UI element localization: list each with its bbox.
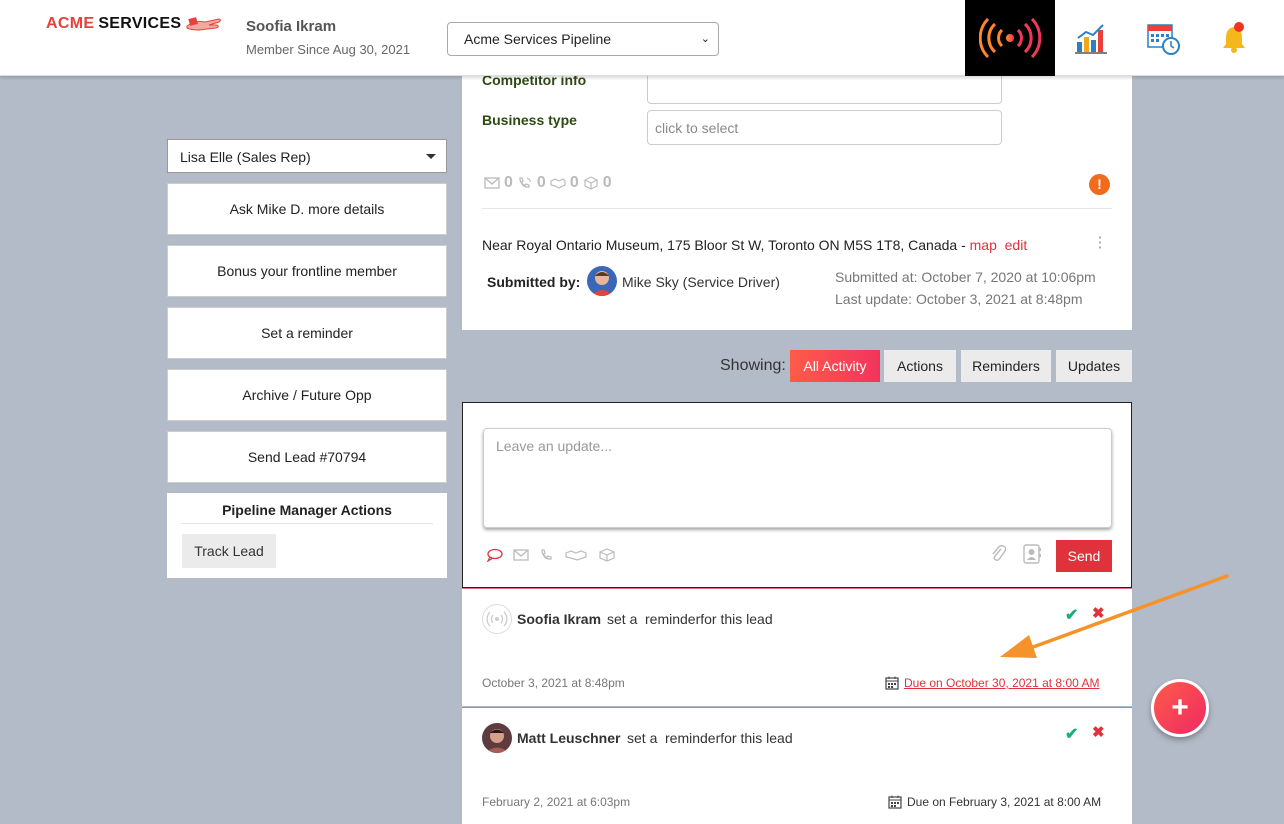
activity-date: February 2, 2021 at 6:03pm xyxy=(482,795,631,809)
more-options-icon[interactable]: · · · xyxy=(1098,230,1103,254)
activity-action: set a xyxy=(607,611,638,627)
calendar-clock-icon[interactable] xyxy=(1145,20,1181,56)
submitted-at: Submitted at: October 7, 2020 at 10:06pm xyxy=(835,269,1096,285)
ask-details-button[interactable]: Ask Mike D. more details xyxy=(167,183,447,235)
avatar xyxy=(482,604,512,634)
top-header: ACME SERVICES Soofia Ikram Member Since … xyxy=(0,0,1284,76)
acme-logo[interactable]: ACME SERVICES xyxy=(46,15,223,33)
submitted-by-label: Submitted by: xyxy=(487,274,581,290)
email-icon[interactable] xyxy=(513,548,529,562)
chart-icon[interactable] xyxy=(1073,20,1109,56)
lead-details-card: Competitor info Business type click to s… xyxy=(462,72,1132,330)
pipeline-select[interactable]: Acme Services Pipeline ⌄ xyxy=(447,22,719,56)
check-icon[interactable]: ✔ xyxy=(1065,724,1078,744)
activity-date: October 3, 2021 at 8:48pm xyxy=(482,676,625,690)
sales-rep-select[interactable]: Lisa Elle (Sales Rep) xyxy=(167,139,447,173)
add-button[interactable]: + xyxy=(1151,679,1209,737)
comment-icon[interactable] xyxy=(487,548,503,562)
plus-icon: + xyxy=(1171,691,1189,724)
business-type-select[interactable]: click to select xyxy=(647,110,1002,145)
archive-button[interactable]: Archive / Future Opp xyxy=(167,369,447,421)
set-reminder-button[interactable]: Set a reminder xyxy=(167,307,447,359)
live-signal-icon xyxy=(979,18,1041,58)
last-update: Last update: October 3, 2021 at 8:48pm xyxy=(835,291,1083,307)
divider xyxy=(482,208,1112,209)
business-type-label: Business type xyxy=(482,112,577,128)
activity-item: Matt Leuschner set a reminderfor this le… xyxy=(462,707,1132,824)
package-icon[interactable] xyxy=(597,548,617,562)
activity-description: reminderfor this lead xyxy=(645,611,773,627)
due-date[interactable]: Due on October 30, 2021 at 8:00 AM xyxy=(885,676,1099,690)
contact-card-icon[interactable] xyxy=(1022,544,1042,564)
handshake-icon xyxy=(550,178,566,189)
user-name: Soofia Ikram xyxy=(246,18,337,35)
handshake-icon[interactable] xyxy=(565,548,587,562)
divider xyxy=(181,523,433,524)
activity-user-name[interactable]: Soofia Ikram xyxy=(517,611,601,627)
calendar-icon xyxy=(888,795,902,809)
activity-counts: 0 0 0 0 xyxy=(484,174,612,192)
tab-updates[interactable]: Updates xyxy=(1056,350,1132,382)
close-icon[interactable]: ✖ xyxy=(1092,723,1105,741)
activity-user-name[interactable]: Matt Leuschner xyxy=(517,730,620,746)
composer-attach-icons xyxy=(990,544,1042,564)
tab-reminders[interactable]: Reminders xyxy=(961,350,1051,382)
send-lead-button[interactable]: Send Lead #70794 xyxy=(167,431,447,483)
activity-description: reminderfor this lead xyxy=(665,730,793,746)
activity-action: set a xyxy=(627,730,658,746)
email-icon xyxy=(484,177,500,189)
chevron-down-icon: ⌄ xyxy=(700,33,710,45)
caret-down-icon xyxy=(426,154,436,159)
track-lead-button[interactable]: Track Lead xyxy=(182,534,276,568)
tab-all-activity[interactable]: All Activity xyxy=(790,350,880,382)
bonus-member-button[interactable]: Bonus your frontline member xyxy=(167,245,447,297)
package-icon xyxy=(584,176,598,190)
avatar xyxy=(482,723,512,753)
submitter-name: Mike Sky (Service Driver) xyxy=(622,274,780,290)
lead-address: Near Royal Ontario Museum, 175 Bloor St … xyxy=(482,237,1028,253)
edit-link[interactable]: edit xyxy=(1005,237,1028,253)
calendar-icon xyxy=(885,676,899,690)
avatar xyxy=(587,266,617,296)
phone-call-icon xyxy=(519,177,531,188)
warning-icon[interactable]: ! xyxy=(1089,174,1110,195)
pipeline-manager-title: Pipeline Manager Actions xyxy=(222,502,392,518)
annotation-arrow-icon xyxy=(1000,574,1229,658)
phone-call-icon[interactable] xyxy=(539,548,555,562)
notification-dot xyxy=(1234,22,1244,32)
composer-type-icons xyxy=(487,548,617,562)
competitor-info-field[interactable] xyxy=(647,76,1002,104)
map-link[interactable]: map xyxy=(970,237,997,253)
update-textarea[interactable]: Leave an update... xyxy=(483,428,1112,528)
send-button[interactable]: Send xyxy=(1056,540,1112,572)
due-date[interactable]: Due on February 3, 2021 at 8:00 AM xyxy=(888,795,1101,809)
update-composer: Leave an update... Send xyxy=(462,402,1132,588)
tab-actions[interactable]: Actions xyxy=(884,350,956,382)
live-signal-button[interactable] xyxy=(965,0,1055,76)
paperclip-icon[interactable] xyxy=(990,544,1006,562)
hand-logo-icon xyxy=(186,17,222,31)
member-since: Member Since Aug 30, 2021 xyxy=(246,42,411,57)
pipeline-manager-panel: Pipeline Manager Actions Track Lead xyxy=(167,493,447,578)
showing-label: Showing: xyxy=(720,357,786,374)
